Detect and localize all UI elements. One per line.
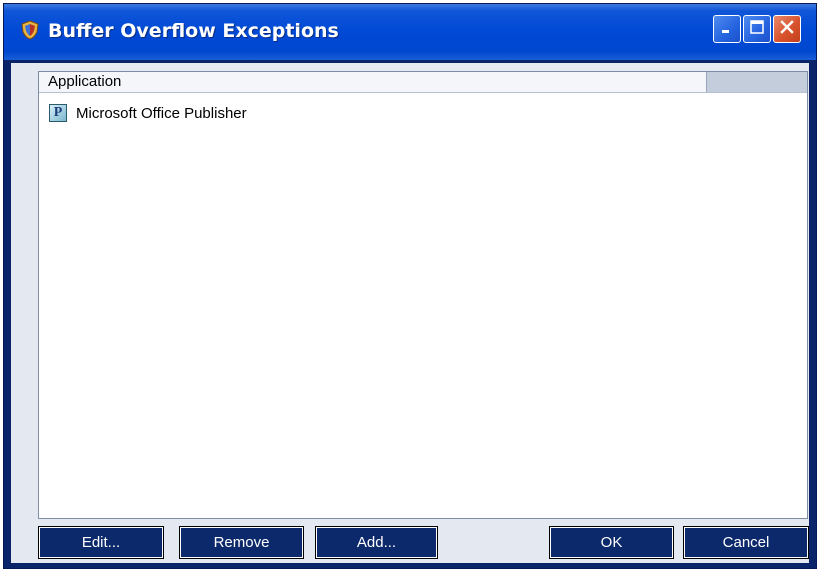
shield-app-icon — [20, 20, 40, 40]
minimize-button[interactable] — [713, 15, 741, 43]
edit-button[interactable]: Edit... — [38, 526, 164, 559]
add-button[interactable]: Add... — [315, 526, 438, 559]
cancel-button[interactable]: Cancel — [683, 526, 809, 559]
ok-button[interactable]: OK — [549, 526, 674, 559]
list-header: Application — [39, 72, 807, 93]
publisher-icon: P — [49, 104, 67, 122]
minimize-icon — [720, 20, 734, 39]
column-header-filler — [707, 72, 807, 92]
dialog-client-area: Application P Microsoft Office Publisher… — [11, 63, 809, 563]
list-item[interactable]: P Microsoft Office Publisher — [49, 102, 247, 124]
maximize-icon — [749, 19, 765, 40]
dialog-window: Buffer Overflow Exceptions Application P — [3, 3, 817, 569]
list-item-label: Microsoft Office Publisher — [76, 104, 247, 122]
close-icon — [779, 19, 795, 40]
column-header-application[interactable]: Application — [39, 72, 707, 92]
remove-button[interactable]: Remove — [179, 526, 304, 559]
close-button[interactable] — [773, 15, 801, 43]
window-title: Buffer Overflow Exceptions — [48, 20, 339, 42]
maximize-button[interactable] — [743, 15, 771, 43]
title-bar[interactable]: Buffer Overflow Exceptions — [4, 4, 816, 60]
application-list[interactable]: Application P Microsoft Office Publisher — [38, 71, 808, 519]
